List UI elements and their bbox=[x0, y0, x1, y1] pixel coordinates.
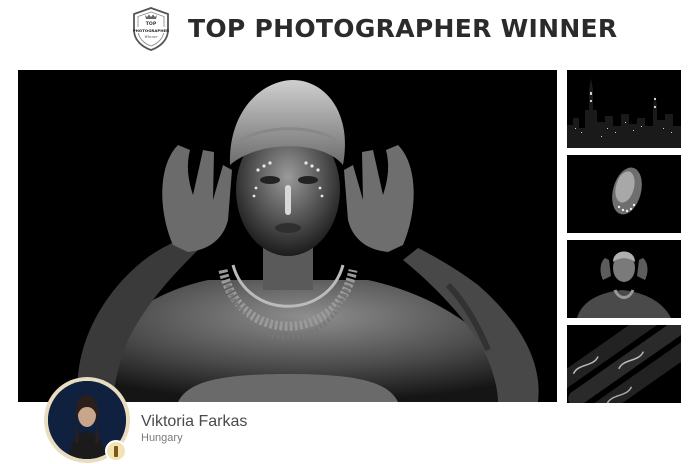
thumbnail-skyline[interactable] bbox=[567, 70, 681, 148]
main-photo[interactable] bbox=[18, 70, 557, 402]
page-header: TOP PHOTOGRAPHER Winner TOP PHOTOGRAPHER… bbox=[0, 0, 700, 60]
award-shield-icon: TOP PHOTOGRAPHER Winner bbox=[131, 6, 171, 52]
page-title: TOP PHOTOGRAPHER WINNER bbox=[188, 14, 618, 43]
medal-icon bbox=[105, 440, 127, 462]
photographer-country: Hungary bbox=[141, 432, 183, 444]
photographer-name[interactable]: Viktoria Farkas bbox=[141, 413, 247, 431]
svg-text:Winner: Winner bbox=[144, 35, 158, 39]
thumbnail-jellyfish[interactable] bbox=[567, 155, 681, 233]
thumbnail-portrait[interactable] bbox=[567, 240, 681, 318]
svg-text:TOP: TOP bbox=[146, 21, 157, 27]
thumbnail-bottles[interactable] bbox=[567, 325, 681, 403]
svg-text:PHOTOGRAPHER: PHOTOGRAPHER bbox=[133, 28, 169, 33]
